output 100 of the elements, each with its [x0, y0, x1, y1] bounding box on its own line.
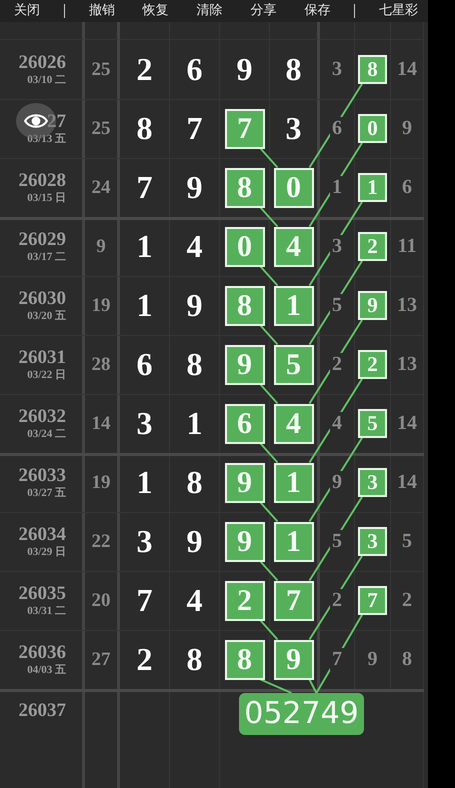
sum-value: 19 [92, 472, 110, 494]
highlighted-digit: 5 [274, 344, 314, 384]
digit: 9 [186, 287, 202, 324]
issue-number: 26032 [18, 406, 66, 426]
draw-date: 03/31 二 [27, 604, 66, 618]
draw-date: 03/13 五 [27, 132, 66, 146]
sum-value: 25 [92, 58, 110, 80]
highlighted-digit: 2 [224, 580, 264, 620]
highlighted-digit: 9 [358, 291, 387, 320]
issue-number: 26026 [18, 52, 66, 72]
highlighted-digit: 3 [358, 468, 387, 497]
digit: 7 [136, 582, 152, 619]
highlighted-digit: 1 [274, 522, 314, 562]
digit: 3 [330, 235, 344, 258]
digit: 9 [236, 51, 252, 88]
highlighted-digit: 8 [358, 55, 387, 84]
toolbar-button[interactable]: 七星彩 [375, 1, 422, 21]
issue-number: 26029 [18, 230, 66, 250]
toolbar-button[interactable]: 清除 [192, 1, 226, 21]
digit: 6 [136, 346, 152, 383]
issue-number: 27 [47, 112, 66, 132]
digit: 8 [186, 641, 202, 678]
digit: 2 [136, 641, 152, 678]
highlighted-digit: 8 [224, 168, 264, 208]
sum-value: 27 [92, 648, 110, 670]
sum-value: 24 [92, 176, 110, 198]
digit: 5 [330, 294, 344, 317]
connector-line [260, 678, 292, 694]
highlighted-digit: 8 [224, 640, 264, 680]
connector-line [260, 502, 278, 522]
highlighted-digit: 1 [358, 173, 387, 202]
sum-value: 20 [92, 590, 110, 612]
digit: 9 [330, 471, 344, 494]
digit: 1 [330, 176, 344, 199]
issue-number: 26035 [18, 584, 66, 604]
highlighted-digit: 9 [274, 640, 314, 680]
highlighted-digit: 8 [224, 286, 264, 326]
issue-number: 26037 [18, 701, 66, 721]
digit: 3 [136, 523, 152, 560]
digit: 5 [330, 530, 344, 553]
highlighted-digit: 0 [358, 114, 387, 143]
issue-number: 26036 [18, 642, 66, 662]
draw-date: 03/22 日 [27, 368, 66, 382]
digit: 1 [186, 405, 202, 442]
connector-line [260, 442, 278, 464]
draw-date: 03/24 二 [27, 426, 66, 440]
toolbar-button[interactable]: 保存 [300, 1, 334, 21]
issue-number: 26033 [18, 466, 66, 486]
draw-date: 04/03 五 [27, 662, 66, 676]
sum-value: 25 [92, 118, 110, 140]
issue-number: 26034 [18, 524, 66, 544]
digit: 8 [136, 110, 152, 147]
sum-value: 28 [92, 354, 110, 376]
draw-date: 03/10 二 [27, 72, 66, 86]
digit: 7 [330, 648, 344, 671]
sum-value: 9 [96, 236, 106, 258]
draw-date: 03/15 日 [27, 190, 66, 204]
highlighted-digit: 2 [358, 350, 387, 379]
highlighted-digit: 1 [274, 286, 314, 326]
draw-date: 03/29 日 [27, 544, 66, 558]
digit: 1 [136, 464, 152, 501]
highlighted-digit: 4 [274, 226, 314, 266]
highlighted-digit: 9 [224, 462, 264, 502]
connector-line [260, 324, 278, 346]
digit: 7 [186, 110, 202, 147]
digit: 8 [286, 51, 302, 88]
digit: 7 [136, 169, 152, 206]
highlighted-digit: 2 [358, 232, 387, 261]
highlighted-digit: 7 [274, 580, 314, 620]
sum-value: 14 [92, 412, 110, 434]
draw-date: 03/27 五 [27, 486, 66, 500]
sum-value: 22 [92, 530, 110, 552]
digit: 6 [330, 117, 344, 140]
draw-date: 03/17 二 [27, 250, 66, 264]
issue-number: 26031 [18, 348, 66, 368]
toolbar-button[interactable]: 撤销 [84, 1, 119, 21]
digit: 4 [186, 582, 202, 619]
digit: 1 [136, 228, 152, 265]
prediction-badge: 052749 [239, 693, 364, 735]
toolbar-button[interactable]: 分享 [246, 1, 280, 21]
digit: 6 [186, 51, 202, 88]
toolbar-button[interactable]: 关闭 [10, 1, 44, 21]
highlighted-digit: 4 [274, 404, 314, 444]
highlighted-digit: 1 [274, 462, 314, 502]
digit: 2 [330, 589, 344, 612]
digit: 9 [186, 523, 202, 560]
connector-line [260, 560, 278, 582]
highlighted-digit: 9 [224, 344, 264, 384]
digit: 4 [186, 228, 202, 265]
highlighted-digit: 0 [274, 168, 314, 208]
draw-date: 03/20 五 [27, 308, 66, 322]
digit: 2 [136, 51, 152, 88]
digit: 3 [286, 110, 302, 147]
connector-line [260, 206, 278, 228]
digit: 8 [186, 464, 202, 501]
digit: 9 [186, 169, 202, 206]
highlighted-digit: 0 [224, 226, 264, 266]
toolbar-button[interactable]: 恢复 [138, 1, 173, 21]
issue-number: 26028 [18, 170, 66, 190]
highlighted-digit: 5 [358, 409, 387, 438]
